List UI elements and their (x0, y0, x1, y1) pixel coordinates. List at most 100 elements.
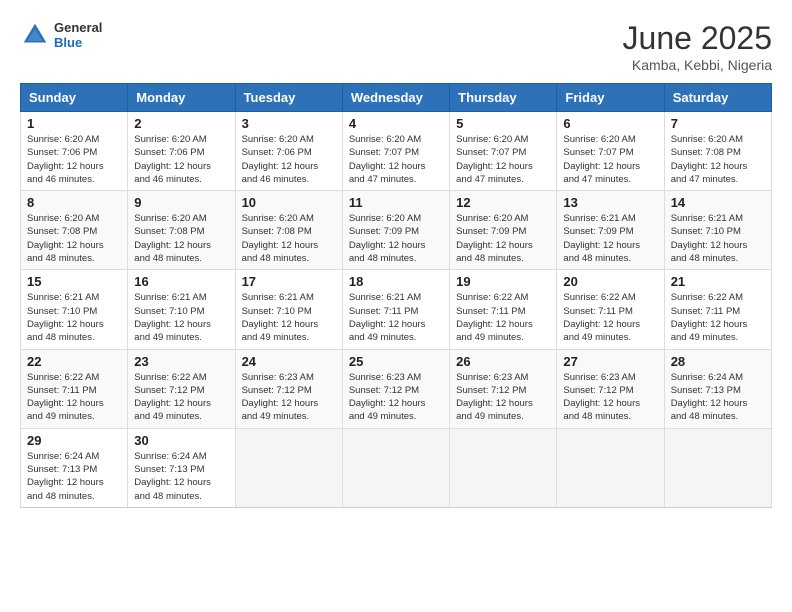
day-number: 24 (242, 354, 336, 369)
day-info: Sunrise: 6:24 AMSunset: 7:13 PMDaylight:… (27, 450, 121, 503)
calendar-cell: 20 Sunrise: 6:22 AMSunset: 7:11 PMDayligh… (557, 270, 664, 349)
calendar-cell: 24 Sunrise: 6:23 AMSunset: 7:12 PMDayligh… (235, 349, 342, 428)
day-number: 18 (349, 274, 443, 289)
calendar-cell: 25 Sunrise: 6:23 AMSunset: 7:12 PMDayligh… (342, 349, 449, 428)
day-info: Sunrise: 6:24 AMSunset: 7:13 PMDaylight:… (134, 450, 228, 503)
calendar-cell (557, 428, 664, 507)
calendar-cell: 29 Sunrise: 6:24 AMSunset: 7:13 PMDayligh… (21, 428, 128, 507)
day-number: 10 (242, 195, 336, 210)
logo-blue: Blue (54, 35, 102, 50)
day-header-tuesday: Tuesday (235, 84, 342, 112)
calendar-cell: 8Sunrise: 6:20 AMSunset: 7:08 PMDaylight… (21, 191, 128, 270)
calendar-cell: 11 Sunrise: 6:20 AMSunset: 7:09 PMDayligh… (342, 191, 449, 270)
day-number: 30 (134, 433, 228, 448)
page-header: General Blue June 2025 Kamba, Kebbi, Nig… (20, 20, 772, 73)
calendar-cell: 7 Sunrise: 6:20 AMSunset: 7:08 PMDaylight… (664, 112, 771, 191)
day-info: Sunrise: 6:22 AMSunset: 7:11 PMDaylight:… (563, 291, 657, 344)
calendar-cell: 3 Sunrise: 6:20 AMSunset: 7:06 PMDaylight… (235, 112, 342, 191)
day-number: 20 (563, 274, 657, 289)
day-info: Sunrise: 6:20 AMSunset: 7:08 PMDaylight:… (242, 212, 336, 265)
day-info: Sunrise: 6:20 AMSunset: 7:06 PMDaylight:… (134, 133, 228, 186)
title-area: June 2025 Kamba, Kebbi, Nigeria (623, 20, 772, 73)
calendar-cell (664, 428, 771, 507)
calendar-cell: 9Sunrise: 6:20 AMSunset: 7:08 PMDaylight… (128, 191, 235, 270)
day-number: 6 (563, 116, 657, 131)
location-subtitle: Kamba, Kebbi, Nigeria (623, 57, 772, 73)
calendar-cell: 17 Sunrise: 6:21 AMSunset: 7:10 PMDayligh… (235, 270, 342, 349)
day-number: 25 (349, 354, 443, 369)
day-header-thursday: Thursday (450, 84, 557, 112)
calendar-cell (342, 428, 449, 507)
day-number: 12 (456, 195, 550, 210)
calendar-cell: 13Sunrise: 6:21 AMSunset: 7:09 PMDayligh… (557, 191, 664, 270)
logo: General Blue (20, 20, 102, 50)
logo-icon (20, 20, 50, 50)
day-header-saturday: Saturday (664, 84, 771, 112)
day-number: 1 (27, 116, 121, 131)
day-info: Sunrise: 6:24 AMSunset: 7:13 PMDaylight:… (671, 371, 765, 424)
day-info: Sunrise: 6:22 AMSunset: 7:12 PMDaylight:… (134, 371, 228, 424)
calendar-cell (235, 428, 342, 507)
day-header-sunday: Sunday (21, 84, 128, 112)
calendar-cell: 28 Sunrise: 6:24 AMSunset: 7:13 PMDayligh… (664, 349, 771, 428)
day-info: Sunrise: 6:23 AMSunset: 7:12 PMDaylight:… (563, 371, 657, 424)
day-number: 16 (134, 274, 228, 289)
day-info: Sunrise: 6:21 AMSunset: 7:10 PMDaylight:… (671, 212, 765, 265)
day-number: 14 (671, 195, 765, 210)
day-info: Sunrise: 6:20 AMSunset: 7:07 PMDaylight:… (349, 133, 443, 186)
calendar-cell: 10 Sunrise: 6:20 AMSunset: 7:08 PMDayligh… (235, 191, 342, 270)
day-number: 8 (27, 195, 121, 210)
day-info: Sunrise: 6:23 AMSunset: 7:12 PMDaylight:… (242, 371, 336, 424)
week-row-5: 29 Sunrise: 6:24 AMSunset: 7:13 PMDayligh… (21, 428, 772, 507)
day-number: 19 (456, 274, 550, 289)
day-number: 21 (671, 274, 765, 289)
week-row-4: 22Sunrise: 6:22 AMSunset: 7:11 PMDayligh… (21, 349, 772, 428)
calendar-cell: 18Sunrise: 6:21 AMSunset: 7:11 PMDayligh… (342, 270, 449, 349)
calendar-cell: 1 Sunrise: 6:20 AMSunset: 7:06 PMDaylight… (21, 112, 128, 191)
day-number: 28 (671, 354, 765, 369)
day-info: Sunrise: 6:20 AMSunset: 7:09 PMDaylight:… (349, 212, 443, 265)
day-info: Sunrise: 6:20 AMSunset: 7:06 PMDaylight:… (242, 133, 336, 186)
day-number: 7 (671, 116, 765, 131)
day-info: Sunrise: 6:20 AMSunset: 7:08 PMDaylight:… (134, 212, 228, 265)
day-number: 4 (349, 116, 443, 131)
day-info: Sunrise: 6:23 AMSunset: 7:12 PMDaylight:… (349, 371, 443, 424)
day-number: 15 (27, 274, 121, 289)
day-info: Sunrise: 6:20 AMSunset: 7:06 PMDaylight:… (27, 133, 121, 186)
day-info: Sunrise: 6:20 AMSunset: 7:08 PMDaylight:… (671, 133, 765, 186)
calendar-cell: 27Sunrise: 6:23 AMSunset: 7:12 PMDayligh… (557, 349, 664, 428)
day-number: 2 (134, 116, 228, 131)
calendar-cell (450, 428, 557, 507)
week-row-2: 8 Sunrise: 6:20 AMSunset: 7:08 PMDaylight… (21, 191, 772, 270)
week-row-1: 1 Sunrise: 6:20 AMSunset: 7:06 PMDaylight… (21, 112, 772, 191)
day-info: Sunrise: 6:20 AMSunset: 7:07 PMDaylight:… (563, 133, 657, 186)
month-title: June 2025 (623, 20, 772, 57)
day-header-friday: Friday (557, 84, 664, 112)
day-info: Sunrise: 6:21 AMSunset: 7:09 PMDaylight:… (563, 212, 657, 265)
day-info: Sunrise: 6:20 AMSunset: 7:09 PMDaylight:… (456, 212, 550, 265)
day-info: Sunrise: 6:21 AMSunset: 7:10 PMDaylight:… (134, 291, 228, 344)
calendar-cell: 15 Sunrise: 6:21 AMSunset: 7:10 PMDayligh… (21, 270, 128, 349)
day-info: Sunrise: 6:23 AMSunset: 7:12 PMDaylight:… (456, 371, 550, 424)
week-row-3: 15 Sunrise: 6:21 AMSunset: 7:10 PMDayligh… (21, 270, 772, 349)
calendar-cell: 5 Sunrise: 6:20 AMSunset: 7:07 PMDaylight… (450, 112, 557, 191)
calendar-cell: 21Sunrise: 6:22 AMSunset: 7:11 PMDayligh… (664, 270, 771, 349)
calendar-cell: 26Sunrise: 6:23 AMSunset: 7:12 PMDayligh… (450, 349, 557, 428)
logo-text: General Blue (54, 20, 102, 50)
day-number: 29 (27, 433, 121, 448)
calendar-cell: 14 Sunrise: 6:21 AMSunset: 7:10 PMDayligh… (664, 191, 771, 270)
calendar-cell: 12 Sunrise: 6:20 AMSunset: 7:09 PMDayligh… (450, 191, 557, 270)
day-info: Sunrise: 6:21 AMSunset: 7:10 PMDaylight:… (242, 291, 336, 344)
logo-general: General (54, 20, 102, 35)
day-number: 3 (242, 116, 336, 131)
day-number: 11 (349, 195, 443, 210)
day-header-wednesday: Wednesday (342, 84, 449, 112)
calendar-cell: 30 Sunrise: 6:24 AMSunset: 7:13 PMDayligh… (128, 428, 235, 507)
calendar-cell: 23Sunrise: 6:22 AMSunset: 7:12 PMDayligh… (128, 349, 235, 428)
day-number: 17 (242, 274, 336, 289)
day-number: 5 (456, 116, 550, 131)
day-info: Sunrise: 6:21 AMSunset: 7:10 PMDaylight:… (27, 291, 121, 344)
day-info: Sunrise: 6:20 AMSunset: 7:07 PMDaylight:… (456, 133, 550, 186)
calendar-cell: 2 Sunrise: 6:20 AMSunset: 7:06 PMDaylight… (128, 112, 235, 191)
day-info: Sunrise: 6:22 AMSunset: 7:11 PMDaylight:… (456, 291, 550, 344)
